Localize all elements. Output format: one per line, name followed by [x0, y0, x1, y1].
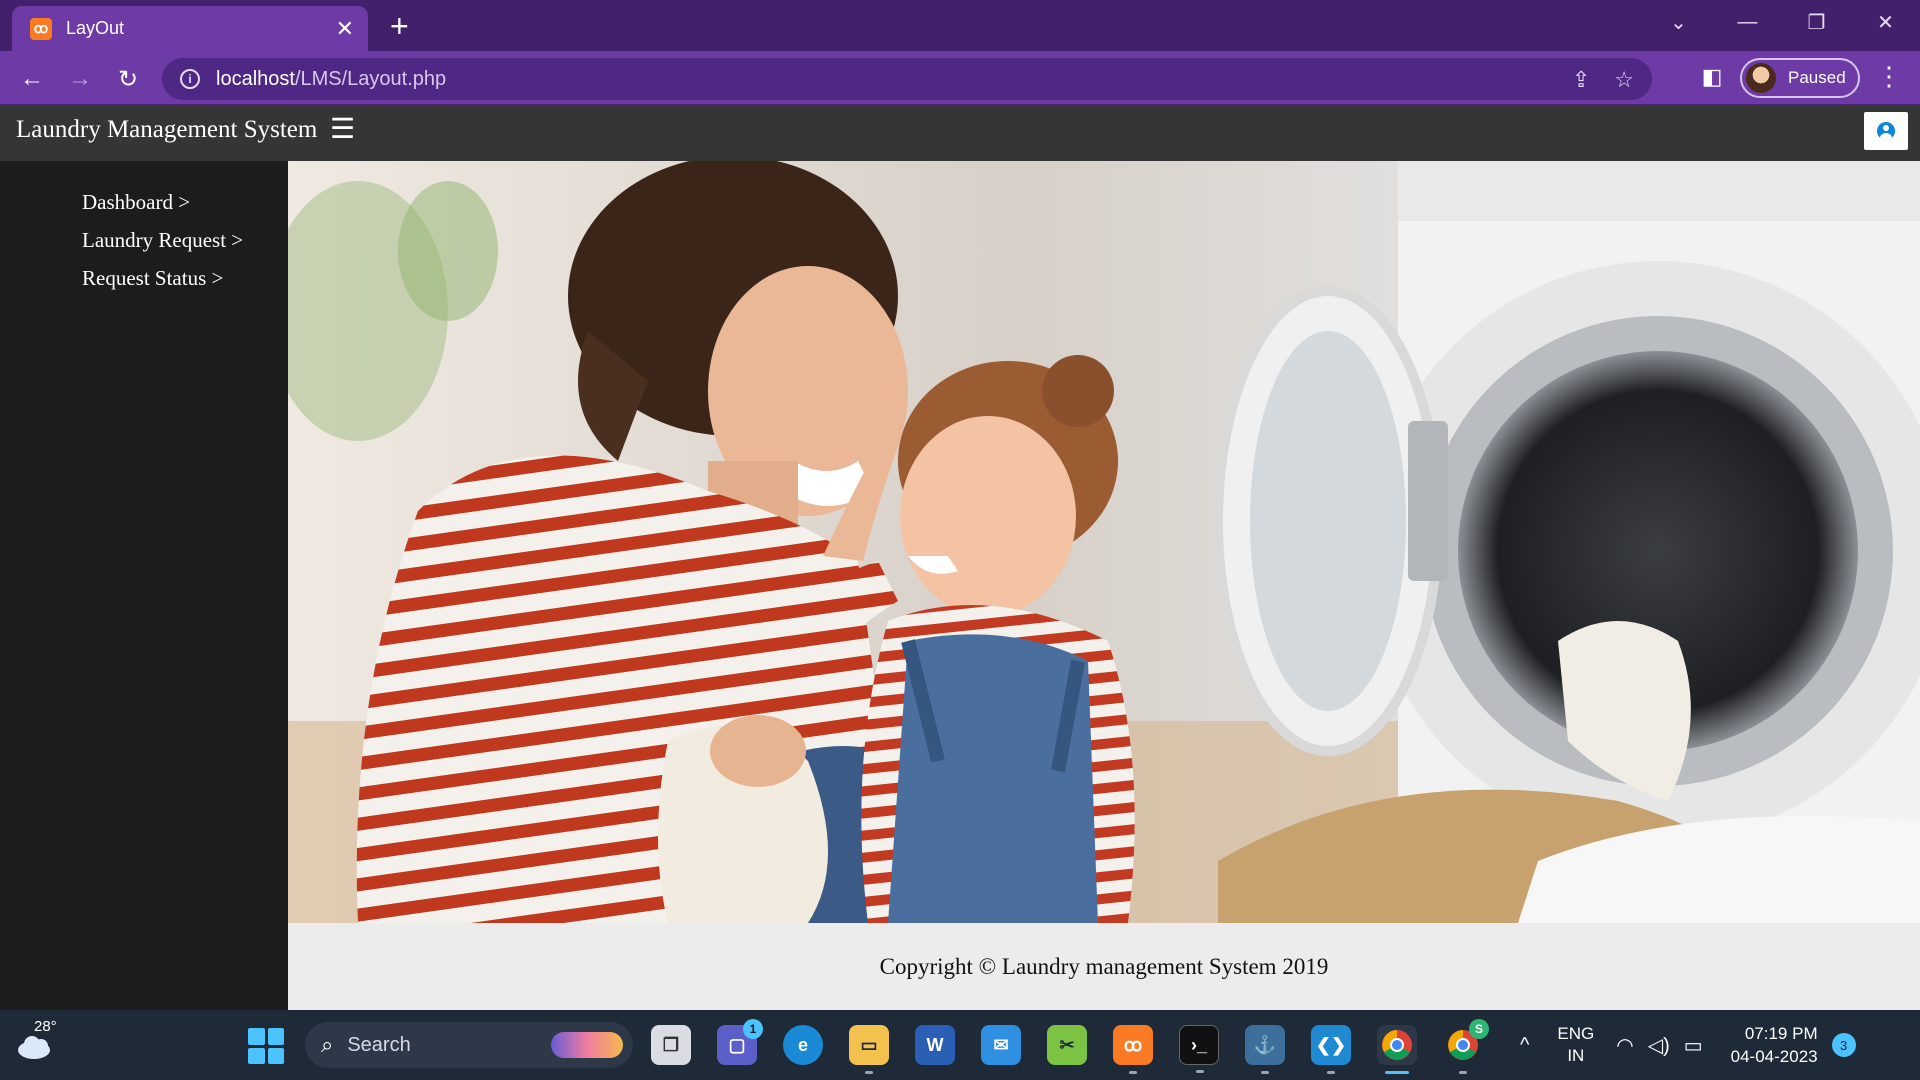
start-button[interactable] — [248, 1028, 284, 1064]
tab-search-icon[interactable]: ⌄ — [1644, 0, 1713, 44]
address-bar[interactable]: i localhost/LMS/Layout.php ⇪ ☆ — [162, 58, 1652, 100]
clock-date: 04-04-2023 — [1730, 1047, 1818, 1066]
taskbar-search[interactable]: ⌕ Search — [305, 1022, 633, 1068]
sidebar-item-laundry-request[interactable]: Laundry Request > — [82, 221, 288, 259]
battery-icon: ▭ — [1683, 1034, 1703, 1057]
clock[interactable]: 07:19 PM 04-04-2023 — [1731, 1022, 1818, 1068]
browser-menu-icon[interactable]: ⋮ — [1876, 63, 1902, 89]
region-code: IN — [1567, 1046, 1585, 1065]
close-tab-icon[interactable]: ✕ — [336, 17, 354, 40]
tab-title: LayOut — [66, 18, 125, 38]
mysql-workbench-icon[interactable]: ⚓ — [1245, 1025, 1285, 1074]
search-highlight-art — [551, 1032, 623, 1058]
share-icon[interactable]: ⇪ — [1572, 67, 1590, 93]
side-panel-icon[interactable]: ◧ — [1698, 63, 1726, 91]
restore-button[interactable]: ❐ — [1782, 0, 1851, 44]
volume-icon: ◁) — [1647, 1034, 1670, 1057]
new-tab-button[interactable]: + — [390, 10, 409, 42]
xampp-control-icon[interactable]: ꝏ — [1113, 1025, 1153, 1074]
user-account-button[interactable] — [1864, 112, 1908, 150]
url-text[interactable]: localhost/LMS/Layout.php — [216, 68, 446, 91]
search-icon: ⌕ — [321, 1032, 334, 1057]
xampp-icon: ꝏ — [30, 17, 52, 40]
word-icon[interactable]: W — [915, 1025, 955, 1065]
url-path: /LMS/Layout.php — [294, 67, 447, 90]
browser-tab[interactable]: ꝏ LayOut ✕ — [12, 6, 368, 51]
system-tray: ^ ENG IN ◠ ◁) ▭ 07:19 PM 04-04-2023 3 — [1520, 1010, 1856, 1080]
app-header: Laundry Management System ☰ — [0, 106, 1920, 161]
hamburger-menu-icon[interactable]: ☰ — [330, 112, 355, 145]
edge-browser-icon[interactable]: e — [783, 1025, 823, 1065]
browser-toolbar: ← → ↻ i localhost/LMS/Layout.php ⇪ ☆ ◧ P… — [0, 51, 1920, 106]
forward-arrow-icon[interactable]: → — [62, 61, 98, 97]
user-icon — [1877, 122, 1895, 140]
vscode-icon[interactable]: ❮❯ — [1311, 1025, 1351, 1074]
sidebar-item-request-status[interactable]: Request Status > — [82, 259, 288, 297]
chrome-logo-icon — [1382, 1030, 1412, 1060]
browser-tab-strip: ꝏ LayOut ✕ + ⌄ — ❐ ✕ — [0, 0, 1920, 51]
bookmark-star-icon[interactable]: ☆ — [1614, 67, 1634, 93]
snipping-tool-icon[interactable]: ✂ — [1047, 1025, 1087, 1065]
quick-settings[interactable]: ◠ ◁) ▭ — [1616, 1033, 1702, 1058]
minimize-button[interactable]: — — [1713, 0, 1782, 44]
task-view-icon[interactable]: ❐ — [651, 1025, 691, 1065]
search-placeholder: Search — [347, 1033, 411, 1056]
chrome-profile-badge: S — [1469, 1019, 1489, 1039]
notification-count-badge[interactable]: 3 — [1831, 1033, 1856, 1057]
language-code: ENG — [1557, 1024, 1595, 1043]
sidebar: Dashboard > Laundry Request > Request St… — [0, 161, 288, 1010]
address-bar-actions: ⇪ ☆ — [1572, 67, 1634, 93]
copyright-text: Copyright © Laundry management System 20… — [879, 953, 1329, 979]
laundry-photo-illustration — [288, 161, 1920, 923]
windows-taskbar: 28° ⌕ Search ❐ ▢1 e ▭ W ✉ ✂ ꝏ ›_ ⚓ ❮❯ S — [0, 1010, 1920, 1080]
mail-icon[interactable]: ✉ — [981, 1025, 1021, 1065]
terminal-icon[interactable]: ›_ — [1179, 1025, 1219, 1073]
wifi-icon: ◠ — [1616, 1034, 1634, 1057]
profile-avatar — [1746, 63, 1776, 93]
web-page: Laundry Management System ☰ Dashboard > … — [0, 106, 1920, 1010]
weather-temperature: 28° — [34, 1018, 57, 1035]
app-brand[interactable]: Laundry Management System — [16, 116, 317, 144]
window-controls: ⌄ — ❐ ✕ — [1644, 0, 1920, 44]
back-arrow-icon[interactable]: ← — [14, 61, 50, 97]
teams-chat-icon[interactable]: ▢ 1 — [717, 1019, 763, 1065]
reload-icon[interactable]: ↻ — [110, 61, 146, 97]
hero-image — [288, 161, 1920, 923]
chrome-icon[interactable]: S — [1443, 1019, 1489, 1074]
file-explorer-icon[interactable]: ▭ — [849, 1025, 889, 1074]
profile-button[interactable]: Paused — [1740, 58, 1860, 98]
site-info-icon[interactable]: i — [180, 69, 200, 89]
page-footer: Copyright © Laundry management System 20… — [288, 923, 1920, 1010]
sidebar-item-dashboard[interactable]: Dashboard > — [82, 183, 288, 221]
url-host: localhost — [216, 67, 295, 90]
profile-status-label: Paused — [1788, 68, 1846, 87]
close-window-button[interactable]: ✕ — [1851, 0, 1920, 44]
clock-time: 07:19 PM — [1744, 1024, 1818, 1043]
teams-badge: 1 — [743, 1019, 763, 1039]
language-indicator[interactable]: ENG IN — [1557, 1023, 1594, 1067]
chrome-profile-icon[interactable] — [1377, 1025, 1417, 1074]
show-hidden-icons-chevron-icon[interactable]: ^ — [1520, 1034, 1529, 1057]
